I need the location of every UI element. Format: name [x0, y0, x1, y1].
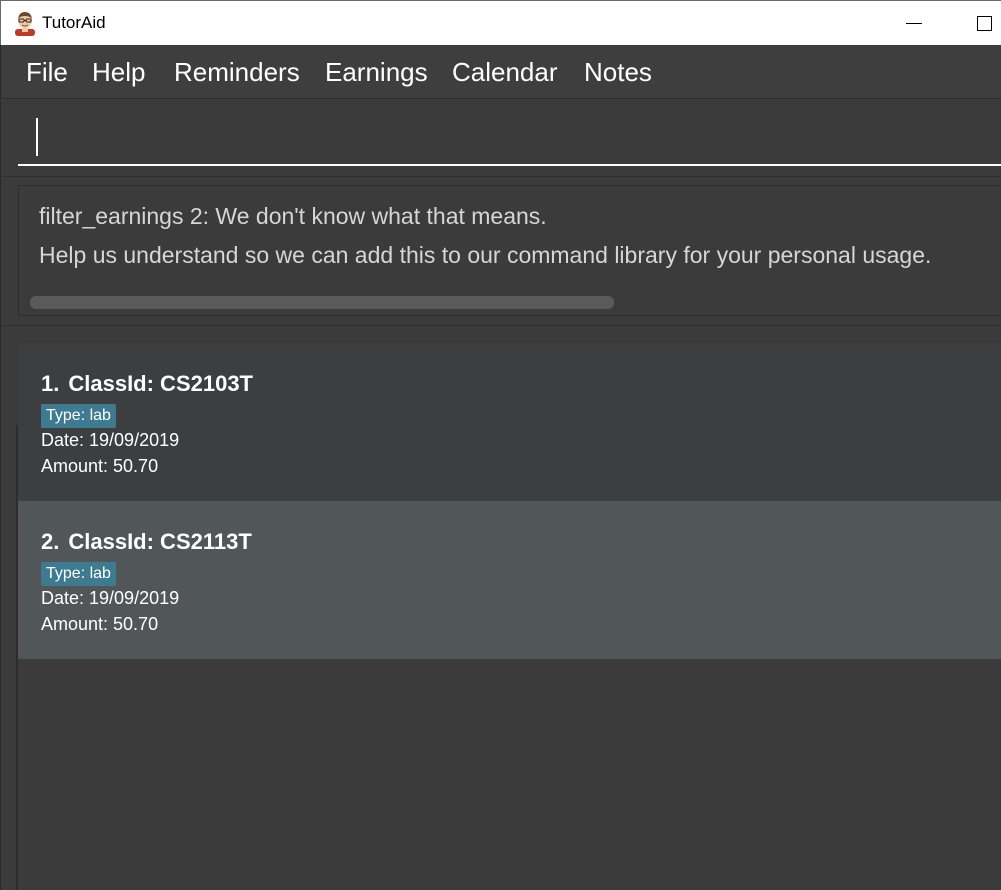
menu-bar: File Help Reminders Earnings Calendar No…: [0, 45, 1001, 99]
menu-help[interactable]: Help: [90, 55, 147, 89]
divider: [0, 325, 1001, 326]
title-bar[interactable]: TutorAid: [0, 0, 1001, 45]
menu-notes[interactable]: Notes: [582, 55, 654, 89]
card-amount: Amount: 50.70: [41, 456, 159, 476]
divider: [0, 176, 1001, 177]
result-message-line: filter_earnings 2: We don't know what th…: [39, 203, 547, 229]
type-tag: Type: lab: [41, 562, 116, 586]
card-date: Date: 19/09/2019: [41, 588, 180, 608]
tutor-avatar-icon: [15, 12, 35, 36]
horizontal-scrollbar[interactable]: [30, 296, 614, 309]
earning-card-selected[interactable]: 2. ClassId: CS2113T Type: lab Date: 19/09…: [18, 501, 1001, 659]
text-caret: [36, 118, 38, 156]
window-title: TutorAid: [42, 13, 106, 32]
tutoraid-window: TutorAid File Help Reminders Earnings Ca…: [0, 0, 1001, 890]
card-index: 2.: [41, 529, 60, 554]
maximize-button[interactable]: [961, 1, 1001, 46]
card-class-id: ClassId: CS2103T: [68, 371, 253, 396]
result-message-line: Help us understand so we can add this to…: [39, 242, 932, 268]
menu-reminders[interactable]: Reminders: [172, 55, 302, 89]
menu-file[interactable]: File: [24, 55, 70, 89]
menu-calendar[interactable]: Calendar: [450, 55, 560, 89]
earnings-list: 1. ClassId: CS2103T Type: lab Date: 19/09…: [18, 343, 1001, 890]
minimize-icon: [906, 23, 922, 24]
menu-earnings[interactable]: Earnings: [323, 55, 430, 89]
result-display: filter_earnings 2: We don't know what th…: [18, 185, 1001, 316]
card-amount: Amount: 50.70: [41, 614, 159, 634]
card-title: 2. ClassId: CS2113T: [41, 528, 252, 556]
earning-card[interactable]: 1. ClassId: CS2103T Type: lab Date: 19/09…: [18, 343, 1001, 501]
command-input[interactable]: [18, 108, 1001, 164]
command-box: [18, 108, 1001, 166]
card-class-id: ClassId: CS2113T: [68, 529, 252, 554]
card-index: 1.: [41, 371, 60, 396]
card-title: 1. ClassId: CS2103T: [41, 370, 253, 398]
maximize-icon: [976, 16, 992, 31]
list-border: [16, 425, 18, 890]
minimize-button[interactable]: [891, 1, 937, 46]
card-date: Date: 19/09/2019: [41, 430, 180, 450]
type-tag: Type: lab: [41, 404, 116, 428]
